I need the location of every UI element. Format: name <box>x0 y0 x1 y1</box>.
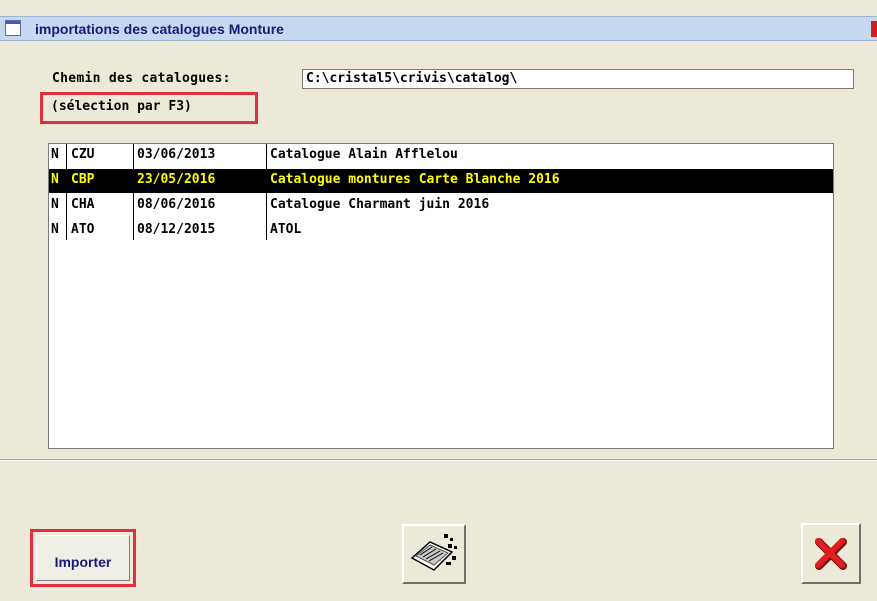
catalog-name: Catalogue Alain Afflelou <box>270 147 458 162</box>
catalog-tools-icon <box>410 534 457 571</box>
table-row-selected[interactable]: N CBP 23/05/2016 Catalogue montures Cart… <box>49 169 833 193</box>
red-x-icon <box>815 538 847 570</box>
catalog-flag: N <box>51 222 59 237</box>
table-row[interactable]: N CZU 03/06/2013 Catalogue Alain Afflelo… <box>49 144 833 168</box>
table-row[interactable]: N ATO 08/12/2015 ATOL <box>49 219 833 243</box>
catalog-date: 08/12/2015 <box>137 222 216 237</box>
catalog-flag: N <box>51 147 59 162</box>
title-bar[interactable]: importations des catalogues Monture <box>0 16 877 41</box>
window-icon[interactable] <box>5 20 21 36</box>
catalog-tools-button[interactable] <box>402 524 466 584</box>
import-catalog-window: importations des catalogues Monture Chem… <box>0 0 877 601</box>
catalog-path-label: Chemin des catalogues: <box>52 71 231 86</box>
close-button[interactable] <box>801 523 861 584</box>
catalog-name: Catalogue montures Carte Blanche 2016 <box>270 172 560 187</box>
catalog-date: 08/06/2016 <box>137 197 216 212</box>
column-divider <box>266 144 267 240</box>
window-close-icon[interactable] <box>871 21 877 37</box>
catalog-name: ATOL <box>270 222 302 237</box>
divider <box>0 459 877 461</box>
dialog-content: Chemin des catalogues: C:\cristal5\crivi… <box>0 41 877 601</box>
catalog-code: CBP <box>71 172 95 187</box>
catalog-code: CZU <box>71 147 95 162</box>
f3-selection-hint: (sélection par F3) <box>40 92 258 124</box>
table-row[interactable]: N CHA 08/06/2016 Catalogue Charmant juin… <box>49 194 833 218</box>
import-button-face[interactable]: Importer <box>36 535 130 581</box>
catalog-list[interactable]: N CZU 03/06/2013 Catalogue Alain Afflelo… <box>48 143 834 449</box>
import-button[interactable]: Importer <box>30 529 136 587</box>
catalog-date: 23/05/2016 <box>137 172 216 187</box>
catalog-flag: N <box>51 172 59 187</box>
column-divider <box>66 144 67 240</box>
column-divider <box>133 144 134 240</box>
catalog-code: CHA <box>71 197 95 212</box>
window-title: importations des catalogues Monture <box>35 21 284 37</box>
catalog-path-input[interactable]: C:\cristal5\crivis\catalog\ <box>302 69 854 89</box>
catalog-code: ATO <box>71 222 95 237</box>
import-button-label: Importer <box>54 554 112 570</box>
catalog-date: 03/06/2013 <box>137 147 216 162</box>
catalog-flag: N <box>51 197 59 212</box>
catalog-name: Catalogue Charmant juin 2016 <box>270 197 490 212</box>
